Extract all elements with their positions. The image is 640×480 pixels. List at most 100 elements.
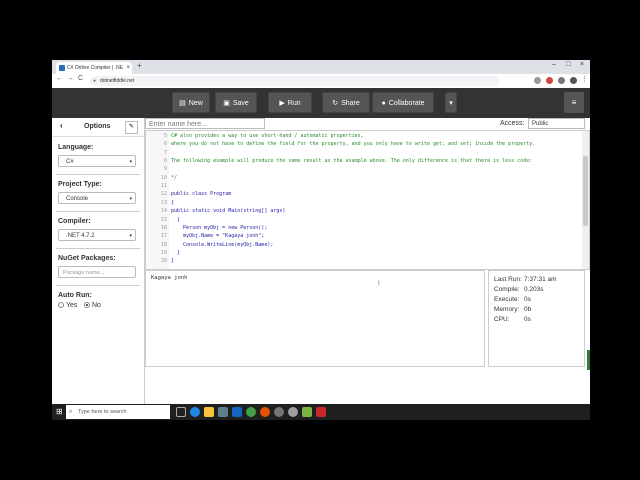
fiddle-name-input[interactable]: Enter name here... — [145, 118, 265, 129]
code-line: 12 public class Program — [146, 190, 566, 198]
compiler-select[interactable]: .NET 4.7.2 ▾ — [58, 229, 136, 241]
share-icon: ↻ — [332, 100, 339, 107]
app-red-icon[interactable] — [316, 407, 326, 417]
chevron-down-icon: ▾ — [129, 196, 132, 202]
url-field[interactable]: ● dotnetfiddle.net — [90, 76, 500, 86]
nuget-package-input[interactable]: Package name... — [58, 266, 136, 278]
forward-button[interactable]: → — [67, 75, 74, 82]
language-select[interactable]: C# ▾ — [58, 155, 136, 167]
share-button[interactable]: ↻ Share — [322, 92, 370, 113]
line-number: 17 — [160, 233, 167, 240]
stat-value: 0.203s — [524, 286, 544, 293]
stat-execute: Execute: 0s — [494, 296, 531, 303]
code-line: 6 where you do not have to define the fie… — [146, 140, 566, 148]
compiler-label: Compiler: — [58, 218, 91, 225]
edge-icon[interactable] — [190, 407, 200, 417]
chevron-down-icon: ▾ — [129, 233, 132, 239]
code-text: } — [171, 258, 175, 265]
stat-label: Execute: — [494, 296, 520, 303]
editor-scroll-thumb[interactable] — [583, 156, 588, 226]
play-icon: ▶ — [279, 100, 285, 107]
reload-button[interactable]: C — [78, 75, 83, 82]
radio-checked-icon — [84, 302, 90, 309]
save-label: Save — [232, 100, 249, 107]
extension-icon[interactable] — [546, 77, 553, 84]
tab-close-icon[interactable]: × — [126, 62, 130, 74]
stat-label: Memory: — [494, 306, 520, 313]
more-dropdown-button[interactable]: ▾ — [445, 92, 457, 113]
divider — [56, 211, 140, 212]
code-line: 5 C# also provides a way to use short-han… — [146, 132, 566, 140]
code-line: 20} — [146, 257, 566, 265]
code-line: 9 — [146, 165, 566, 173]
stat-value: 0b — [524, 306, 532, 313]
pin-panel-button[interactable]: ✎ — [125, 121, 138, 134]
maximize-button[interactable]: □ — [566, 61, 570, 68]
new-tab-button[interactable]: + — [137, 61, 142, 70]
line-number: 14 — [160, 208, 167, 215]
hamburger-menu-button[interactable]: ≡ — [564, 92, 584, 113]
project-type-value: Console — [66, 196, 89, 202]
mail-icon[interactable] — [232, 407, 242, 417]
collapse-panel-icon[interactable]: ‹ — [60, 121, 63, 130]
profile-avatar-icon[interactable] — [570, 77, 577, 84]
extension-icon[interactable] — [558, 77, 565, 84]
code-line: 13 { — [146, 199, 566, 207]
project-type-select[interactable]: Console ▾ — [58, 192, 136, 204]
editor-scrollbar[interactable] — [582, 131, 589, 269]
media-icon[interactable] — [260, 407, 270, 417]
code-line: 18 Console.WriteLine(myObj.Name); — [146, 241, 566, 249]
access-value: Public — [532, 121, 549, 127]
output-panel[interactable]: Kagaya jonh — [145, 270, 485, 367]
taskbar-search-box[interactable]: ⌕ Type here to search — [66, 405, 170, 419]
line-number: 19 — [160, 249, 167, 256]
run-stats-panel: Last Run: 7:37:31 am Compile: 0.203s Execu… — [488, 270, 585, 367]
file-explorer-icon[interactable] — [204, 407, 214, 417]
clock-icon[interactable] — [288, 407, 298, 417]
language-label: Language: — [58, 144, 94, 151]
code-text: public class Program — [171, 191, 232, 198]
line-number: 13 — [160, 199, 167, 206]
close-window-button[interactable]: × — [580, 61, 584, 68]
line-number: 10 — [160, 174, 167, 181]
code-line: 14 public static void Main(string[] args) — [146, 207, 566, 215]
options-header: ‹ Options ✎ — [52, 118, 144, 137]
minimize-button[interactable]: – — [552, 61, 556, 68]
code-line: 8 The following example will produce the … — [146, 157, 566, 165]
dotnetfiddle-favicon-icon — [59, 65, 65, 71]
collaborate-button[interactable]: ● Collaborate — [372, 92, 434, 113]
stat-value: 7:37:31 am — [524, 276, 557, 283]
line-number: 11 — [160, 183, 167, 190]
share-label: Share — [341, 100, 360, 107]
back-button[interactable]: ← — [56, 75, 63, 82]
store-icon[interactable] — [218, 407, 228, 417]
browser-tab[interactable]: C# Online Compiler | .NET Fiddle × — [56, 62, 132, 74]
new-button[interactable]: ▤ New — [172, 92, 210, 113]
code-line: 19 } — [146, 249, 566, 257]
extension-icon[interactable] — [534, 77, 541, 84]
app-green-icon[interactable] — [302, 407, 312, 417]
code-text: The following example will produce the s… — [171, 158, 533, 165]
task-view-icon[interactable] — [176, 407, 186, 417]
access-select[interactable]: Public — [528, 118, 585, 129]
autorun-yes-radio[interactable]: Yes — [58, 302, 77, 309]
save-button[interactable]: ▣ Save — [215, 92, 257, 113]
browser-icon[interactable] — [274, 407, 284, 417]
stat-memory: Memory: 0b — [494, 306, 531, 313]
code-editor[interactable]: 5 C# also provides a way to use short-han… — [145, 130, 590, 270]
code-line: 17 myObj.Name = "Kagaya jonh"; — [146, 232, 566, 240]
browser-menu-icon[interactable]: ⋮ — [581, 75, 588, 83]
code-line: 15 { — [146, 216, 566, 224]
code-text: } — [171, 249, 181, 256]
line-number: 12 — [160, 191, 167, 198]
new-label: New — [188, 100, 203, 107]
collaborate-label: Collaborate — [388, 100, 425, 107]
windows-start-icon[interactable]: ⊞ — [56, 408, 63, 416]
compiler-value: .NET 4.7.2 — [66, 233, 95, 239]
stat-compile: Compile: 0.203s — [494, 286, 544, 293]
chrome-icon[interactable] — [246, 407, 256, 417]
autorun-no-radio[interactable]: No — [84, 302, 101, 309]
run-button[interactable]: ▶ Run — [268, 92, 312, 113]
address-bar-row: ← → C ● dotnetfiddle.net ⋮ — [52, 74, 590, 89]
side-widget-edge — [587, 350, 590, 370]
